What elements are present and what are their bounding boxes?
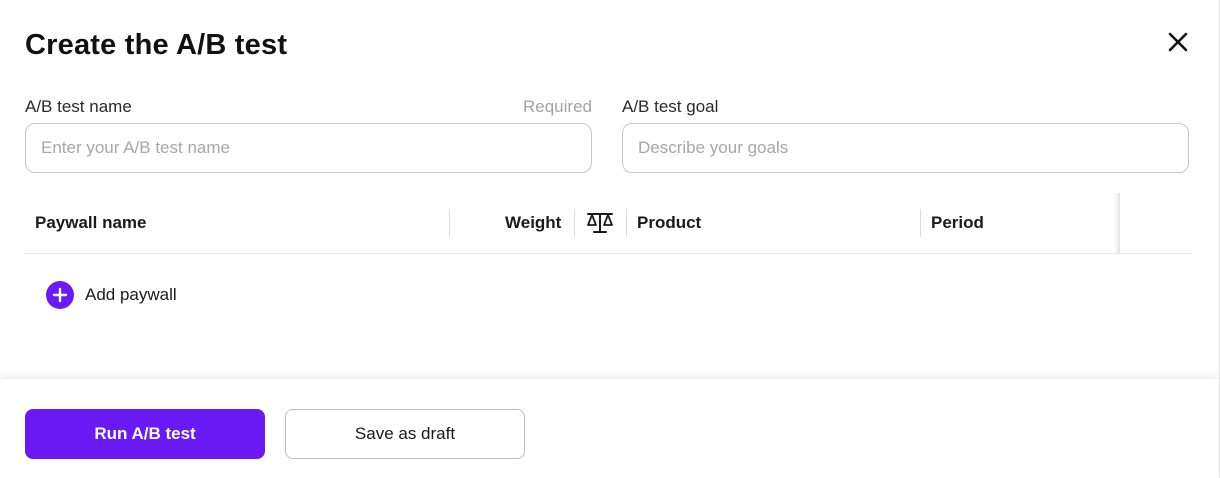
add-paywall-button[interactable]: Add paywall: [46, 281, 177, 309]
run-ab-test-button[interactable]: Run A/B test: [25, 409, 265, 459]
sticky-column-edge: [1113, 193, 1120, 253]
column-divider: [574, 209, 575, 237]
plus-circle-icon: [46, 281, 74, 309]
ab-test-goal-label-row: A/B test goal: [622, 96, 1189, 118]
column-paywall-name: Paywall name: [35, 213, 147, 232]
save-as-draft-button[interactable]: Save as draft: [285, 409, 525, 459]
close-icon[interactable]: [1166, 30, 1190, 54]
column-divider: [626, 209, 627, 237]
ab-test-goal-label: A/B test goal: [622, 97, 719, 116]
ab-test-name-input[interactable]: [25, 123, 592, 173]
modal-footer: Run A/B test Save as draft: [0, 378, 1219, 478]
column-divider: [449, 209, 450, 237]
ab-test-goal-field: A/B test goal: [622, 96, 1189, 173]
paywall-table-header: Paywall name Weight Product Period: [25, 193, 1191, 254]
add-paywall-label: Add paywall: [85, 285, 177, 304]
ab-test-name-label-row: A/B test name Required: [25, 96, 592, 118]
column-weight: Weight: [505, 213, 562, 232]
column-period: Period: [931, 213, 984, 232]
column-product: Product: [637, 213, 702, 232]
ab-test-name-field: A/B test name Required: [25, 96, 592, 173]
ab-test-name-label: A/B test name: [25, 97, 132, 116]
balance-scale-icon[interactable]: [585, 210, 615, 236]
required-hint: Required: [523, 97, 592, 116]
modal-title: Create the A/B test: [25, 29, 288, 61]
create-ab-test-modal: Create the A/B test A/B test name Requir…: [0, 0, 1220, 478]
ab-test-goal-input[interactable]: [622, 123, 1189, 173]
modal-header: Create the A/B test: [25, 26, 1194, 66]
column-divider: [920, 209, 921, 237]
